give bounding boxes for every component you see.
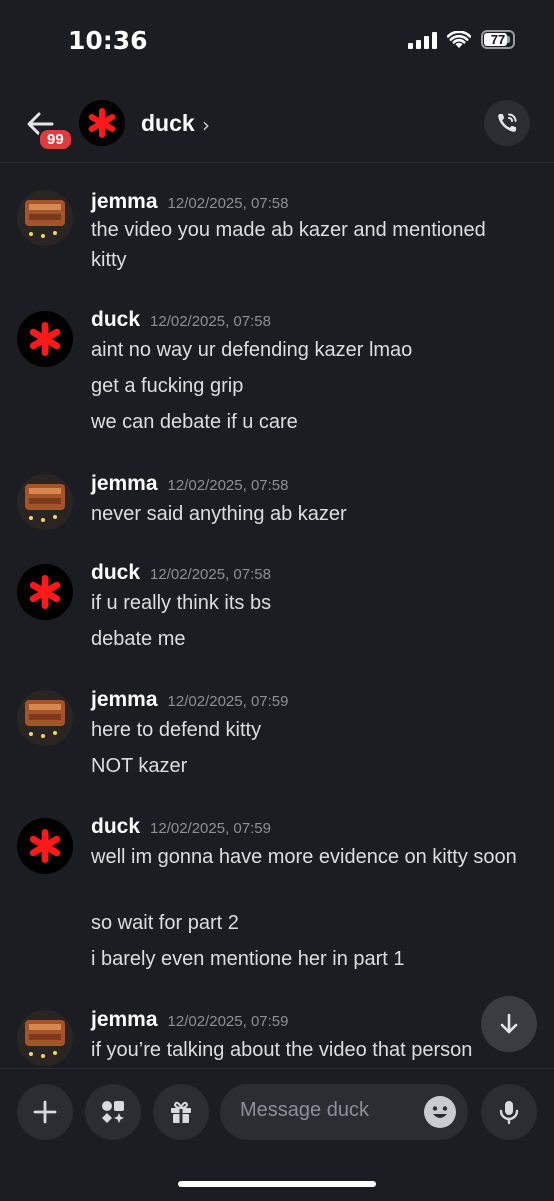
message-text: if u really think its bs [91, 592, 272, 614]
message-text: aint no way ur defending kazer lmao [91, 339, 413, 361]
avatar[interactable] [79, 100, 125, 146]
message-author[interactable]: duck 12/02/2025, 07:59 [91, 815, 271, 839]
asterisk-icon [29, 829, 61, 863]
voice-message-button[interactable] [481, 1084, 537, 1140]
gift-button[interactable] [153, 1084, 209, 1140]
message-timestamp: 12/02/2025, 07:58 [167, 195, 289, 212]
avatar[interactable] [17, 564, 73, 620]
emoji-icon[interactable] [424, 1096, 456, 1128]
message-author[interactable]: jemma 12/02/2025, 07:59 [91, 1008, 289, 1032]
message-text: here to defend kitty [91, 719, 262, 741]
message-timestamp: 12/02/2025, 07:58 [150, 566, 271, 583]
microphone-icon [499, 1101, 519, 1125]
message-text: get a fucking grip [91, 375, 244, 397]
message-text: if you’re talking about the video that p… [91, 1039, 473, 1061]
message-text: i barely even mentione her in part 1 [91, 948, 405, 970]
avatar[interactable] [17, 474, 73, 530]
add-attachment-button[interactable] [17, 1084, 73, 1140]
avatar[interactable] [17, 1010, 73, 1066]
message-author[interactable]: jemma 12/02/2025, 07:58 [91, 472, 289, 496]
call-button[interactable] [484, 100, 530, 146]
asterisk-icon [88, 108, 116, 138]
message-timestamp: 12/02/2025, 07:58 [150, 313, 271, 330]
asterisk-icon [29, 322, 61, 356]
message-timestamp: 12/02/2025, 07:59 [150, 820, 271, 837]
chevron-right-icon[interactable]: › [202, 113, 210, 137]
message-author[interactable]: jemma 12/02/2025, 07:59 [91, 688, 289, 712]
message-text: never said anything ab kazer [91, 503, 347, 525]
unread-badge: 99 [38, 128, 73, 151]
battery-level: 77 [490, 32, 506, 47]
message-text: NOT kazer [91, 755, 188, 777]
plus-icon [33, 1100, 57, 1124]
cellular-signal-icon [408, 31, 437, 49]
asterisk-icon [29, 575, 61, 609]
avatar[interactable] [17, 690, 73, 746]
apps-icon [102, 1101, 124, 1123]
message-text: well im gonna have more evidence on kitt… [91, 846, 517, 868]
message-text: the video you made ab kazer and mentione… [91, 219, 486, 271]
jump-to-bottom-button[interactable] [481, 996, 537, 1052]
message-author[interactable]: jemma 12/02/2025, 07:58 [91, 190, 289, 214]
chat-header: 99 duck › [0, 80, 554, 163]
message-input-placeholder: Message duck [240, 1099, 369, 1121]
message-timestamp: 12/02/2025, 07:59 [167, 1013, 289, 1030]
battery-icon: 77 [481, 30, 515, 49]
message-text: debate me [91, 628, 186, 650]
phone-call-icon [498, 113, 517, 132]
message-author[interactable]: duck 12/02/2025, 07:58 [91, 561, 271, 585]
home-indicator[interactable] [178, 1181, 376, 1187]
arrow-down-icon [500, 1013, 518, 1034]
message[interactable]: jemma 12/02/2025, 07:59 if you’re talking… [0, 1008, 554, 1066]
channel-title[interactable]: duck [141, 110, 195, 137]
avatar[interactable] [17, 190, 73, 246]
message-text: we can debate if u care [91, 411, 298, 433]
gift-icon [171, 1101, 191, 1123]
apps-button[interactable] [85, 1084, 141, 1140]
wifi-icon [447, 30, 471, 48]
avatar[interactable] [17, 818, 73, 874]
message-timestamp: 12/02/2025, 07:58 [167, 477, 289, 494]
message-author[interactable]: duck 12/02/2025, 07:58 [91, 308, 271, 332]
message-text: so wait for part 2 [91, 912, 239, 934]
message-input[interactable]: Message duck [220, 1084, 468, 1140]
status-time: 10:36 [68, 26, 148, 55]
message-timestamp: 12/02/2025, 07:59 [167, 693, 289, 710]
status-bar: 10:36 77 [0, 0, 554, 80]
avatar[interactable] [17, 311, 73, 367]
status-icons: 77 [408, 30, 515, 49]
